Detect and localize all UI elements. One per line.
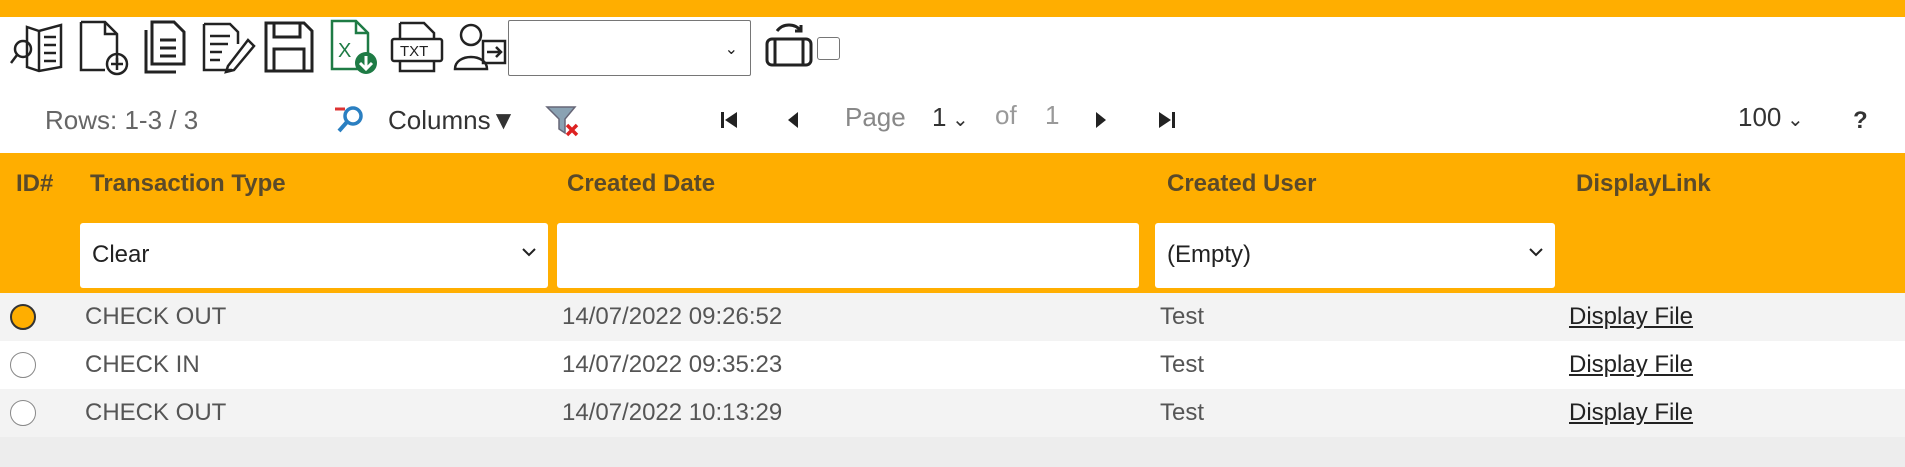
created-date-filter[interactable] (557, 223, 1139, 288)
search-icon[interactable] (333, 103, 367, 137)
last-page-icon[interactable] (1149, 103, 1183, 137)
column-header-created-date[interactable]: Created Date (567, 170, 715, 198)
grid-footer-area (0, 437, 1905, 467)
svg-text:TXT: TXT (400, 43, 428, 60)
columns-menu-button[interactable]: Columns▼ (388, 105, 516, 136)
column-header-id[interactable]: ID# (16, 170, 53, 198)
save-icon[interactable] (258, 17, 320, 77)
page-number-value: 1 (932, 102, 947, 132)
display-file-link[interactable]: Display File (1569, 303, 1693, 331)
column-header-transaction-type[interactable]: Transaction Type (90, 170, 286, 198)
row-select-radio[interactable] (10, 304, 36, 330)
created-user-cell: Test (1160, 303, 1205, 330)
pager-bar: Rows: 1-3 / 3 Columns▼ Page 1 ⌄ of 1 100… (0, 95, 1905, 145)
rows-per-page-select[interactable]: 100 ⌄ (1738, 102, 1804, 133)
transaction-type-filter-value: Clear (92, 241, 150, 268)
row-select-radio[interactable] (10, 352, 36, 378)
chevron-down-icon: ⌄ (724, 41, 738, 58)
txt-export-icon[interactable]: TXT (386, 17, 448, 77)
transaction-type-cell: CHECK OUT (85, 399, 227, 426)
top-accent-bar (0, 0, 1905, 17)
row-select-radio[interactable] (10, 400, 36, 426)
view-record-icon[interactable] (8, 17, 70, 77)
excel-export-icon[interactable]: X (322, 17, 384, 77)
created-date-cell: 14/07/2022 10:13:29 (562, 399, 783, 426)
total-pages: 1 (1045, 100, 1060, 130)
chevron-down-icon (522, 248, 536, 257)
page-label: Page (845, 102, 906, 132)
of-label: of (995, 100, 1017, 130)
next-page-icon[interactable] (1084, 103, 1118, 137)
table-row[interactable]: CHECK IN 14/07/2022 09:35:23 Test Displa… (0, 341, 1905, 389)
created-user-cell: Test (1160, 399, 1205, 426)
page-number-select[interactable]: 1 ⌄ (932, 102, 969, 133)
created-user-filter-value: (Empty) (1167, 241, 1251, 268)
transaction-type-filter[interactable]: Clear (80, 223, 548, 288)
rows-info: Rows: 1-3 / 3 (45, 105, 199, 135)
chevron-down-icon: ⌄ (946, 109, 969, 131)
display-file-link[interactable]: Display File (1569, 351, 1693, 379)
table-row[interactable]: CHECK OUT 14/07/2022 09:26:52 Test Displ… (0, 293, 1905, 341)
chevron-down-icon: ⌄ (1781, 109, 1804, 131)
previous-page-icon[interactable] (776, 103, 810, 137)
toolbar-dropdown[interactable]: ⌄ (508, 20, 751, 76)
column-header-created-user[interactable]: Created User (1167, 170, 1316, 198)
rotate-device-icon[interactable] (758, 17, 820, 77)
created-date-cell: 14/07/2022 09:35:23 (562, 351, 783, 378)
help-button[interactable]: ? (1853, 107, 1868, 135)
clear-filter-icon[interactable] (545, 103, 581, 139)
new-record-icon[interactable] (72, 17, 134, 77)
edit-record-icon[interactable] (196, 17, 258, 77)
rows-per-page-value: 100 (1738, 102, 1782, 132)
toolbar: X TXT ⌄ (0, 17, 1905, 87)
created-user-cell: Test (1160, 351, 1205, 378)
copy-record-icon[interactable] (134, 17, 196, 77)
column-header-displaylink[interactable]: DisplayLink (1576, 170, 1711, 198)
created-user-filter[interactable]: (Empty) (1155, 223, 1555, 288)
excel-x-glyph: X (338, 40, 351, 62)
transaction-type-cell: CHECK IN (85, 351, 200, 378)
user-transfer-icon[interactable] (450, 17, 512, 77)
created-date-cell: 14/07/2022 09:26:52 (562, 303, 783, 330)
transaction-type-cell: CHECK OUT (85, 303, 227, 330)
first-page-icon[interactable] (713, 103, 747, 137)
toolbar-checkbox[interactable] (817, 37, 840, 60)
chevron-down-icon (1529, 248, 1543, 257)
display-file-link[interactable]: Display File (1569, 399, 1693, 427)
grid-header: ID# Transaction Type Created Date Create… (0, 153, 1905, 293)
table-row[interactable]: CHECK OUT 14/07/2022 10:13:29 Test Displ… (0, 389, 1905, 437)
